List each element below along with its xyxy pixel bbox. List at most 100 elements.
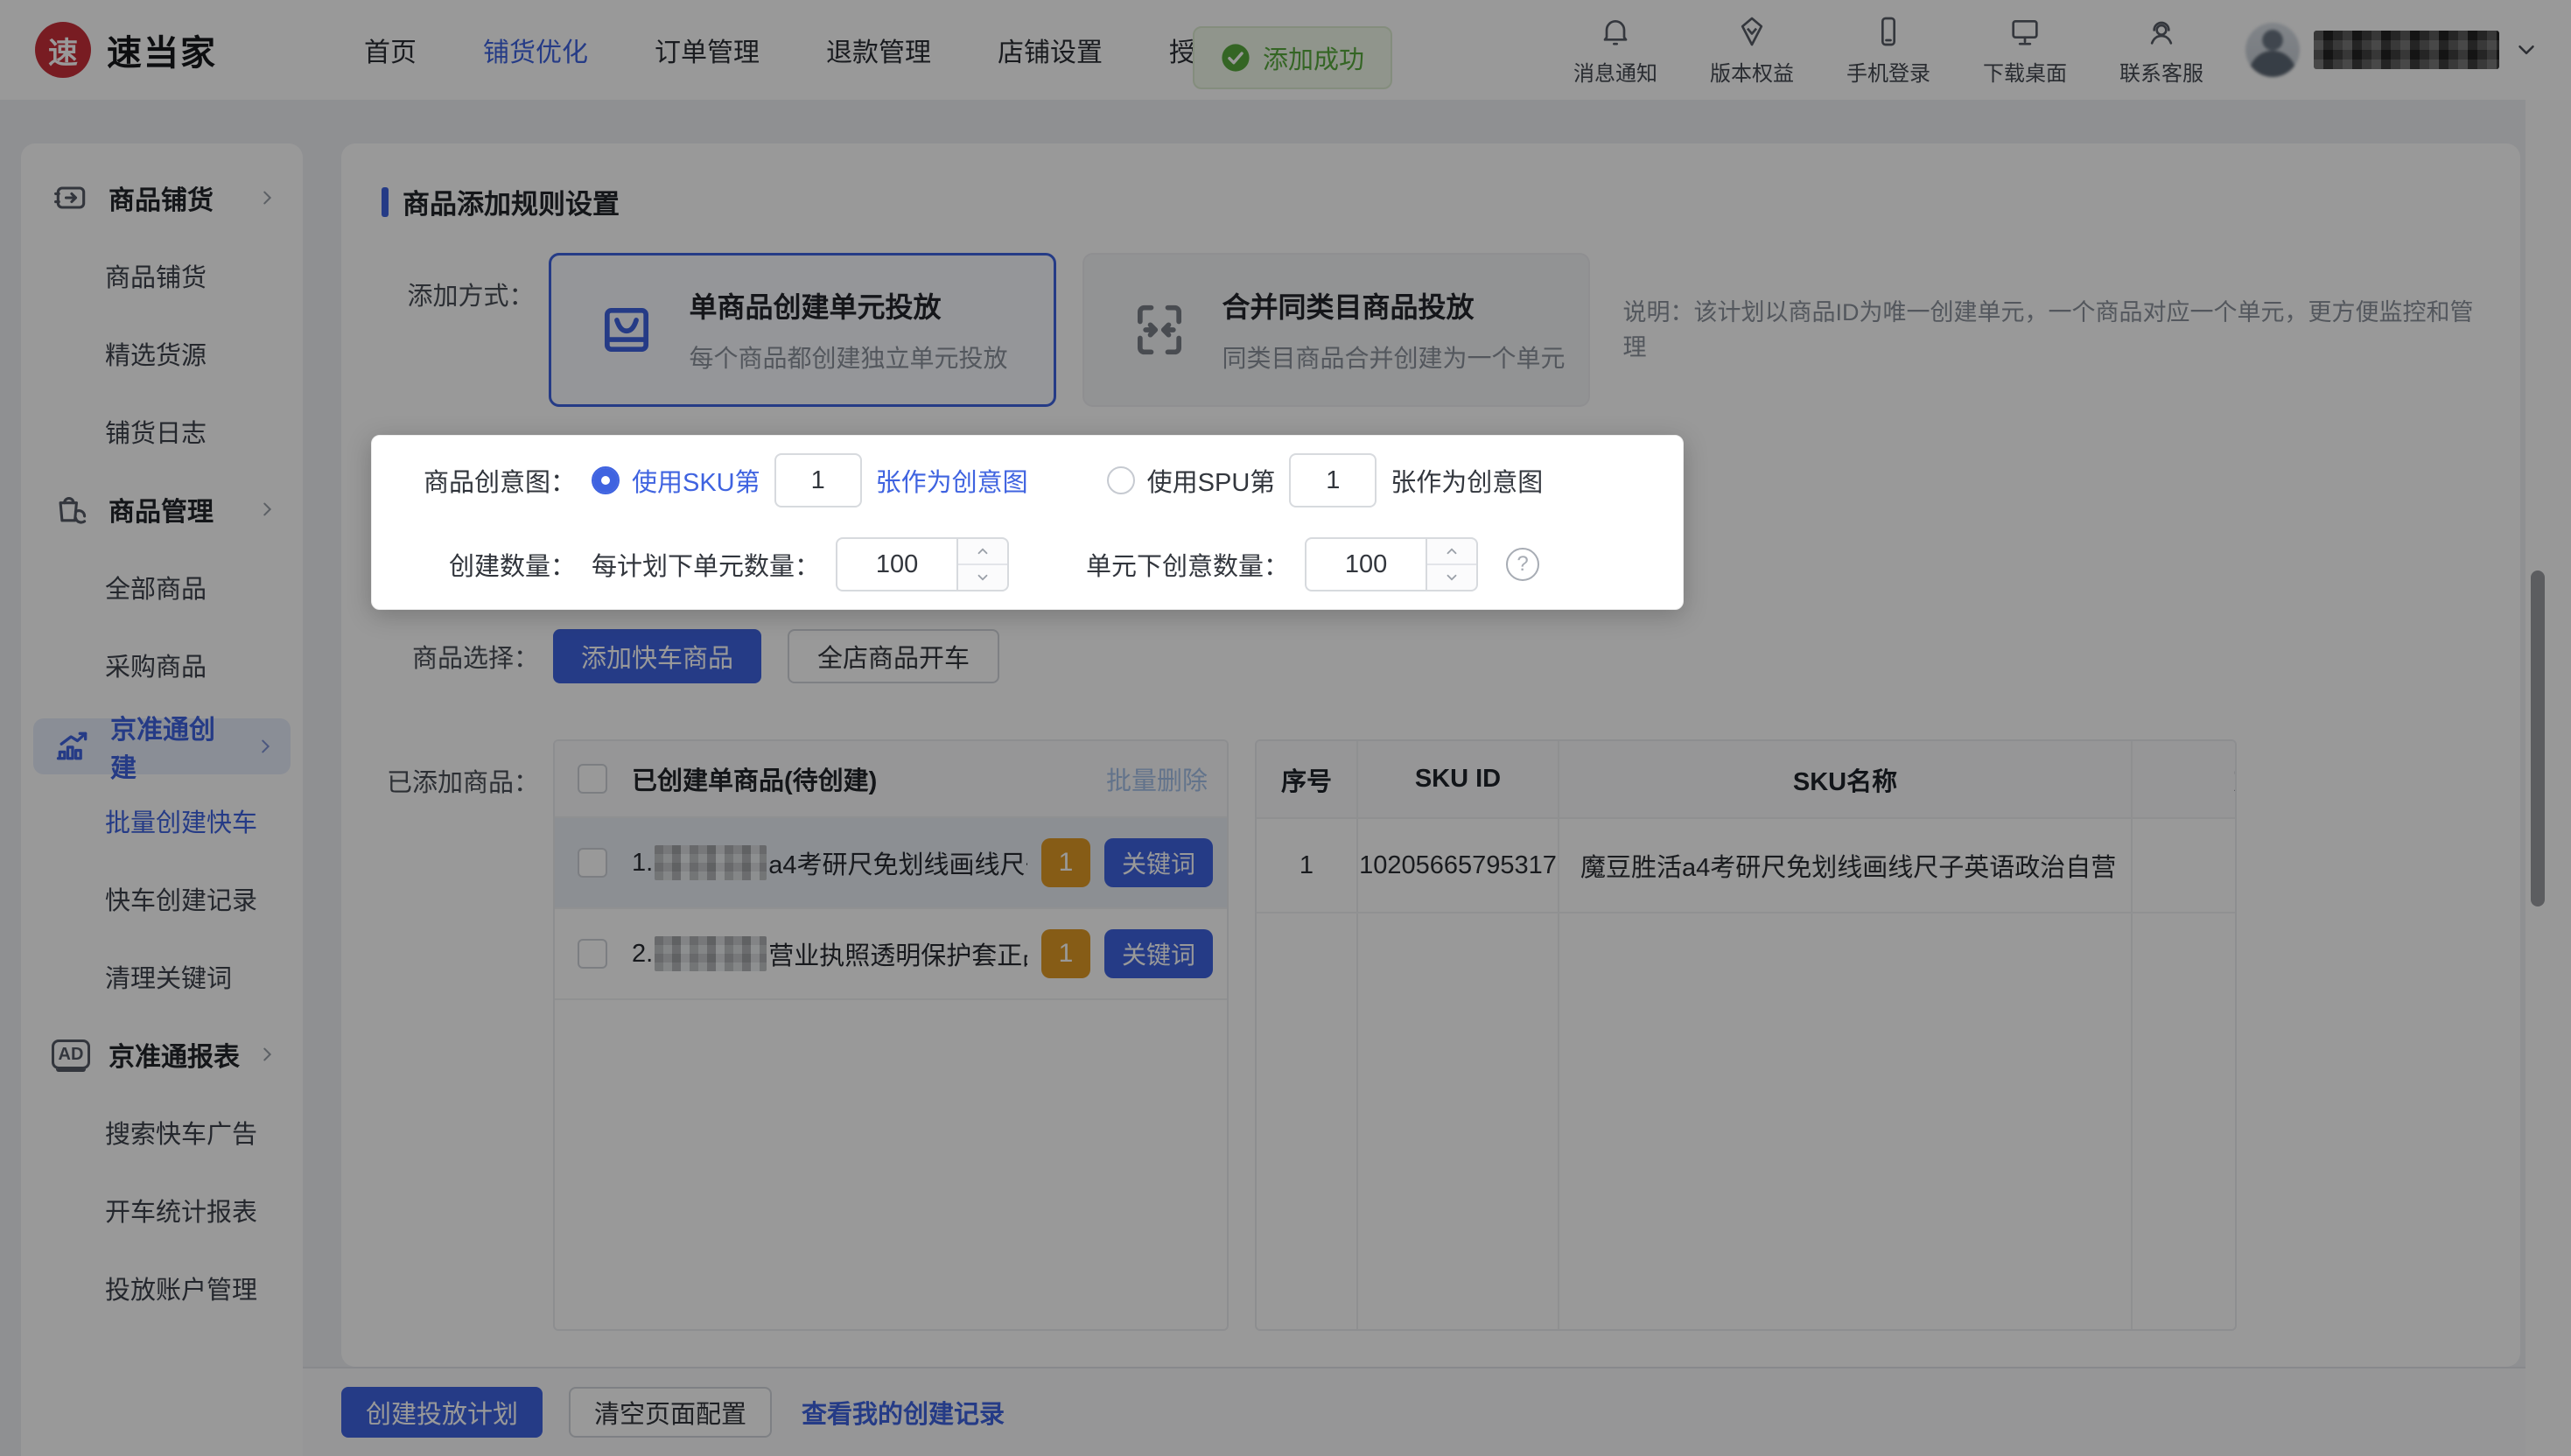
sidebar-group-label: 商品管理 [109,498,214,527]
view-create-records-link[interactable]: 查看我的创建记录 [802,1394,1005,1431]
sidebar-item-all-products[interactable]: 全部商品 [21,563,303,612]
spu-image-index-input[interactable] [1289,453,1377,508]
spu-option-prefix: 使用SPU第 [1146,469,1276,497]
sidebar: 商品铺货 商品铺货 精选货源 铺货日志 商品管理 全部商品 采购商品 京准通创建… [21,144,303,1456]
stepper-down-button[interactable] [958,564,1008,590]
sidebar-item-batch-create-kuaiche[interactable]: 批量创建快车 [21,796,303,845]
redacted-text [655,936,767,971]
sidebar-group-product-management[interactable]: 商品管理 [21,485,303,534]
sku-detail-table: 序号 SKU ID SKU名称 京东价 1 10205665795317 魔豆胜… [1255,739,2237,1331]
sidebar-item-clean-keywords[interactable]: 清理关键词 [21,952,303,1001]
creative-per-unit-label: 单元下创意数量： [1086,553,1290,581]
version-benefits-button[interactable]: 版本权益 [1710,14,1794,87]
contact-support-button[interactable]: 联系客服 [2119,14,2203,87]
row-checkbox[interactable] [578,848,607,878]
action-footer: 创建投放计划 清空页面配置 查看我的创建记录 [303,1367,2571,1456]
version-benefits-label: 版本权益 [1710,61,1794,86]
creative-image-label: 商品创意图： [423,469,576,497]
table-row[interactable]: 1.a4考研尺免划线画线尺子英语政治 1 关键词 [555,818,1227,909]
sidebar-group-jzt-create[interactable]: 京准通创建 [33,716,291,783]
stepper-buttons [958,537,1010,592]
count-badge: 1 [1041,838,1090,887]
ad-icon: AD [51,1034,91,1074]
table-row[interactable]: 1 10205665795317 魔豆胜活a4考研尺免划线画线尺子英语政治自营 … [1257,818,2235,914]
nav-shop-settings[interactable]: 店铺设置 [998,31,1103,69]
table-row[interactable]: 2. 营业执照透明保护套正品 1 关键词 [555,909,1227,1000]
sidebar-group-label: 商品铺货 [109,186,214,215]
section-title-text: 商品添加规则设置 [403,189,620,220]
count-badge: 1 [1041,929,1090,978]
sidebar-item-listing-log[interactable]: 铺货日志 [21,407,303,456]
nav-listing-optimize[interactable]: 铺货优化 [483,31,588,69]
sidebar-group-label: 京准通报表 [109,1043,240,1072]
sidebar-item-purchased-products[interactable]: 采购商品 [21,640,303,690]
column-header-sku-name: SKU名称 [1559,741,2133,819]
stepper-up-button[interactable] [958,539,1007,564]
unit-per-plan-label: 每计划下单元数量： [592,553,821,581]
sku-image-index-input[interactable] [774,453,862,508]
add-mode-cards: 单商品创建单元投放 每个商品都创建独立单元投放 合并同类目商品投放 同类目商品合… [548,253,1590,407]
mode-card-single-product[interactable]: 单商品创建单元投放 每个商品都创建独立单元投放 [548,253,1056,407]
download-desktop-button[interactable]: 下载桌面 [1983,14,2067,87]
username-redacted [2314,31,2499,69]
all-shop-products-button[interactable]: 全店商品开车 [788,629,1000,683]
added-products-table-title: 已创建单商品(待创建) [632,767,878,795]
sidebar-item-driving-stats-report[interactable]: 开车统计报表 [21,1186,303,1235]
phone-login-button[interactable]: 手机登录 [1846,14,1930,87]
keywords-button[interactable]: 关键词 [1104,838,1213,887]
unit-per-plan-input[interactable] [836,537,959,592]
toast-text: 添加成功 [1263,46,1365,74]
header-actions: 消息通知 版本权益 手机登录 下载桌面 联系客服 [1573,14,2203,87]
keywords-button[interactable]: 关键词 [1104,929,1213,978]
add-mode-label: 添加方式： [407,283,535,311]
notifications-button[interactable]: 消息通知 [1573,14,1657,87]
main-content: 商品添加规则设置 添加方式： 单商品创建单元投放 每个商品都创建独立单元投放 合… [341,144,2520,1367]
sku-radio[interactable] [592,466,620,494]
spu-radio[interactable] [1106,466,1135,494]
product-select-label: 商品选择： [411,645,539,673]
sidebar-item-selected-sources[interactable]: 精选货源 [21,329,303,378]
column-header-index: 序号 [1257,741,1358,819]
gem-icon [1734,14,1769,49]
nav-refunds[interactable]: 退款管理 [826,31,931,69]
nav-orders[interactable]: 订单管理 [655,31,760,69]
create-quantity-row: 创建数量： 每计划下单元数量： 单元下创意数量： ? [396,526,1658,603]
create-plan-button[interactable]: 创建投放计划 [341,1387,543,1438]
box-arrow-icon [51,178,91,218]
sidebar-item-search-kuaiche-ads[interactable]: 搜索快车广告 [21,1108,303,1157]
sidebar-group-jzt-reports[interactable]: AD 京准通报表 [21,1030,303,1079]
bell-icon [1598,14,1633,49]
download-desktop-label: 下载桌面 [1983,61,2067,86]
creative-per-unit-input[interactable] [1305,537,1428,592]
clear-page-config-button[interactable]: 清空页面配置 [569,1387,772,1438]
check-circle-icon [1221,43,1250,73]
mode-card-merge-category[interactable]: 合并同类目商品投放 同类目商品合并创建为一个单元 [1082,253,1590,407]
sidebar-item-kuaiche-create-records[interactable]: 快车创建记录 [21,874,303,923]
help-icon[interactable]: ? [1506,548,1540,581]
success-toast: 添加成功 [1193,26,1393,89]
nav-home[interactable]: 首页 [364,31,417,69]
sku-option-prefix: 使用SKU第 [632,469,760,497]
table-empty-area [1257,913,2235,1329]
creative-settings-panel: 商品创意图： 使用SKU第 张作为创意图 使用SPU第 张作为创意图 创建数量：… [371,435,1684,610]
sidebar-item-ad-account-management[interactable]: 投放账户管理 [21,1264,303,1312]
add-kuaiche-products-button[interactable]: 添加快车商品 [553,629,762,683]
column-header-sku-id: SKU ID [1357,741,1559,819]
select-all-checkbox[interactable] [578,764,607,794]
scrollbar-thumb[interactable] [2531,570,2545,906]
mode-card-desc: 每个商品都创建独立单元投放 [689,345,1008,372]
mode-card-desc: 同类目商品合并创建为一个单元 [1222,345,1566,372]
sidebar-group-product-listing[interactable]: 商品铺货 [21,173,303,222]
stepper-up-button[interactable] [1427,539,1476,564]
sidebar-item-product-listing[interactable]: 商品铺货 [21,251,303,300]
shopping-bag-icon [593,297,660,363]
chevron-right-icon [257,500,277,519]
user-menu[interactable] [2245,23,2539,77]
row-checkbox[interactable] [578,939,607,969]
stepper-buttons [1427,537,1479,592]
merge-arrows-icon [1126,297,1193,363]
stepper-down-button[interactable] [1427,564,1477,590]
chevron-right-icon [257,1045,277,1064]
batch-delete-link[interactable]: 批量删除 [1106,760,1208,797]
added-products-label: 已添加商品： [386,769,539,797]
